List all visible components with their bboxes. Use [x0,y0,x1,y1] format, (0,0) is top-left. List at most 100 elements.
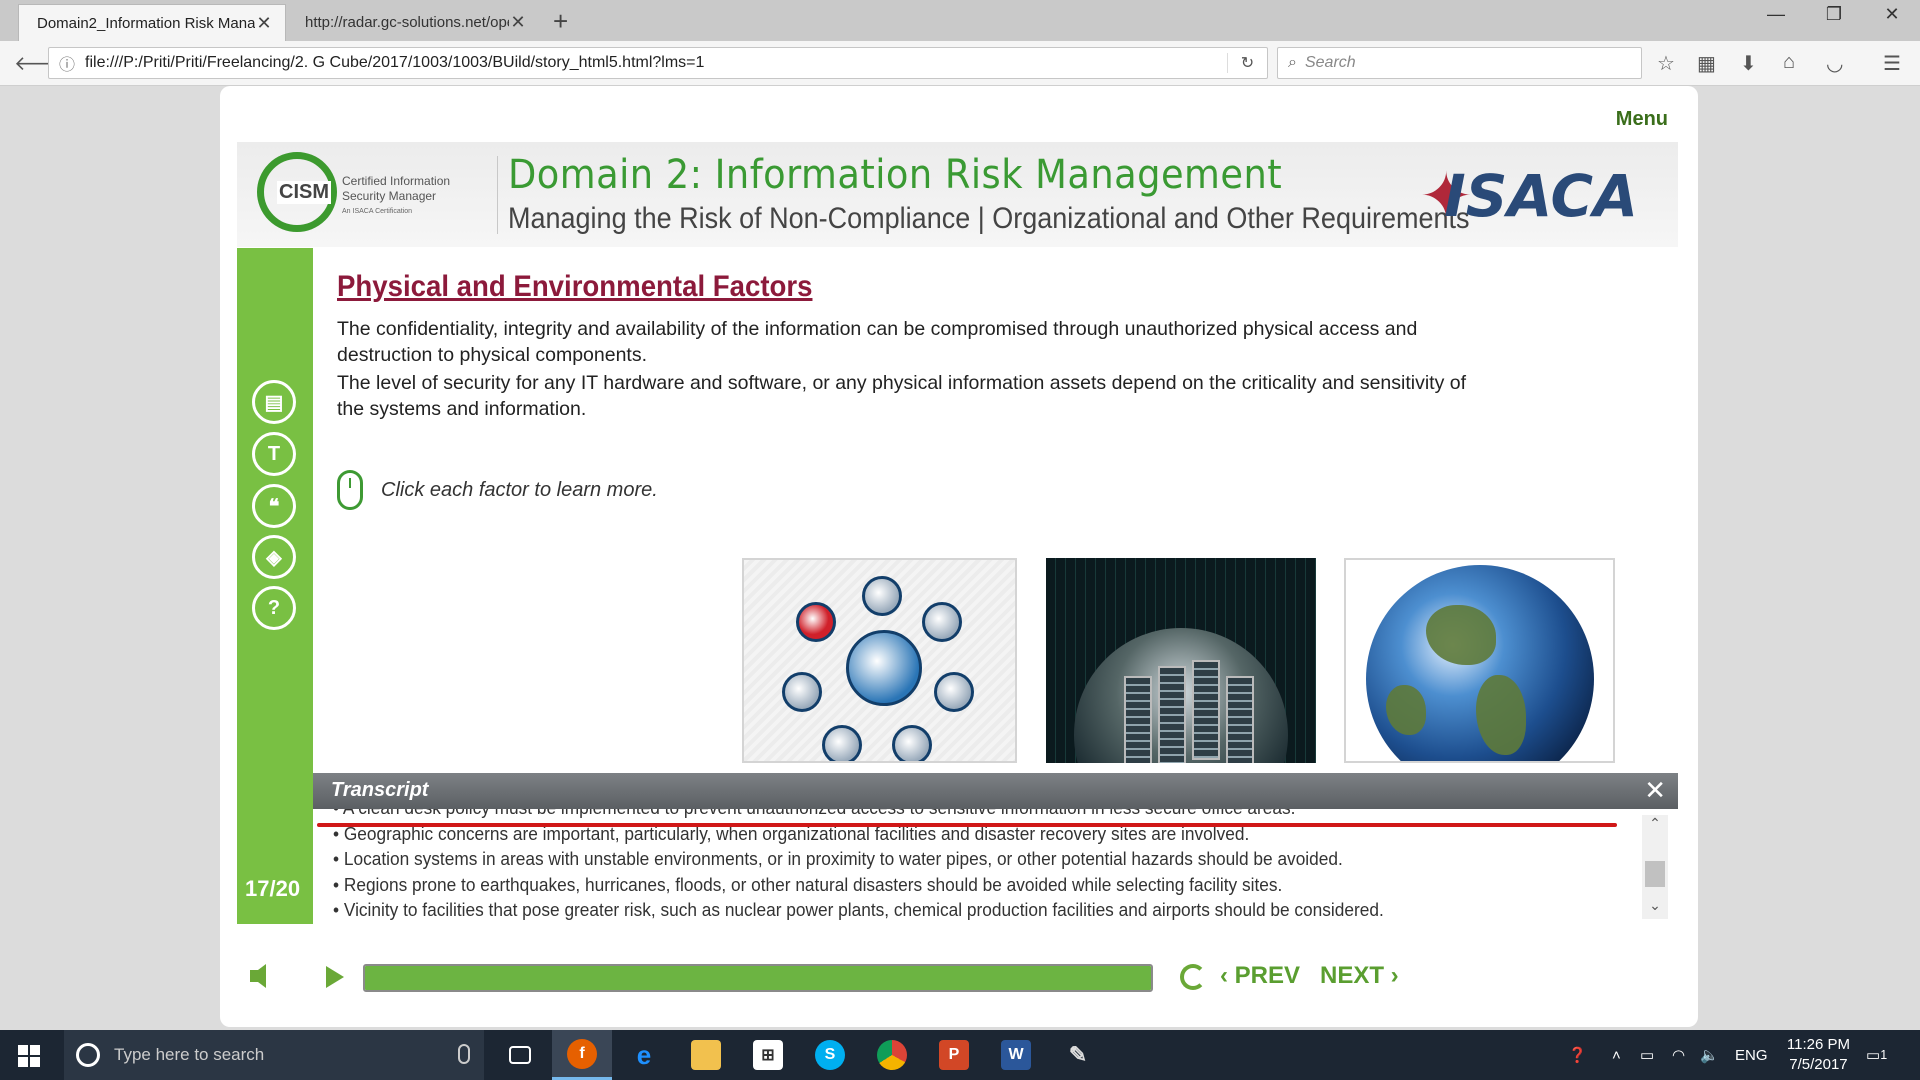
slide-content: Physical and Environmental Factors The c… [313,248,1678,763]
wifi-icon[interactable]: ◠ [1672,1030,1685,1080]
help-tray-icon[interactable]: ❓ [1568,1030,1587,1080]
hint-text: Click each factor to learn more. [381,478,658,501]
clock-time: 11:26 PM [1786,1036,1850,1053]
transcript-line: • Vicinity to facilities that pose great… [333,900,1384,920]
search-icon: ⌕ [1288,54,1297,71]
replay-icon[interactable] [1180,964,1206,990]
firefox-icon[interactable]: f [552,1030,612,1080]
server-rack [1192,660,1220,760]
microphone-icon[interactable] [458,1044,470,1064]
prev-button[interactable]: ‹ PREV [1220,962,1300,990]
door-sensor-icon [922,602,962,642]
edge-icon[interactable]: e [614,1030,674,1080]
server-rack [1226,676,1254,763]
alarm-icon [796,602,836,642]
next-label: NEXT [1320,962,1385,989]
reload-icon[interactable]: ↻ [1227,53,1267,73]
address-bar[interactable]: ⓘ file:///P:/Priti/Priti/Freelancing/2. … [48,47,1268,79]
tab-title: http://radar.gc-solutions.net/ope [305,14,509,31]
transcript-line: • A clean desk policy must be implemente… [333,809,1591,822]
transcript-header: Transcript ✕ [313,773,1678,809]
word-icon[interactable]: W [986,1030,1046,1080]
restore-button[interactable]: ❐ [1806,4,1862,25]
system-clock[interactable]: 11:26 PM 7/5/2017 [1787,1035,1850,1075]
quote-icon[interactable]: ❝ [252,484,296,528]
next-button[interactable]: NEXT › [1320,962,1399,990]
close-transcript-icon[interactable]: ✕ [1644,775,1666,806]
play-icon[interactable] [326,966,344,988]
volume-tray-icon[interactable]: 🔈 [1700,1030,1719,1080]
player-controls: ‹ PREV NEXT › [220,946,1698,1006]
paint-icon[interactable]: ✎ [1048,1030,1108,1080]
alarm-system-icon [934,672,974,712]
reading-list-icon[interactable]: ▦ [1697,51,1716,76]
instruction-hint: Click each factor to learn more. [337,470,658,510]
chevron-left-icon: ‹ [1220,962,1235,989]
smoke-detector-icon [862,576,902,616]
action-center-icon[interactable]: ▭ 1 [1866,1030,1887,1080]
glossary-icon[interactable]: T [252,432,296,476]
battery-icon[interactable]: ▭ [1640,1030,1654,1080]
factor-card-hardware[interactable] [1046,558,1316,763]
hamburger-menu-icon[interactable]: ☰ [1883,51,1901,76]
tab-domain2[interactable]: Domain2_Information Risk Mana ✕ [18,4,286,41]
windows-start-icon[interactable] [18,1045,40,1067]
tab-radar[interactable]: http://radar.gc-solutions.net/ope ✕ [287,4,539,41]
close-tab-icon[interactable]: ✕ [509,12,527,33]
task-view-icon[interactable] [490,1030,550,1080]
intro-paragraph-2: The level of security for any IT hardwar… [337,372,1467,420]
slide-counter: 17/20 [245,876,301,901]
window-sensor-icon [892,725,932,761]
transcript-scrollbar[interactable]: ⌃ ⌄ [1642,815,1668,919]
domain-title: Domain 2: Information Risk Management [508,152,1283,198]
seek-bar-fill [365,966,1151,990]
file-explorer-icon[interactable] [676,1030,736,1080]
globe-image [1366,565,1594,761]
bookmark-star-icon[interactable]: ☆ [1657,51,1675,76]
taskbar-search-box[interactable]: Type here to search [64,1030,484,1080]
close-tab-icon[interactable]: ✕ [255,13,273,34]
home-icon[interactable]: ⌂ [1783,51,1795,74]
clock-date: 7/5/2017 [1789,1056,1848,1073]
domain-subtitle: Managing the Risk of Non-Compliance | Or… [508,202,1470,235]
minimize-button[interactable]: — [1748,4,1804,25]
transcript-panel: Transcript ✕ • A clean desk policy must … [313,773,1678,923]
close-window-button[interactable]: ✕ [1864,4,1920,25]
course-banner: CISM Certified Information Security Mana… [237,142,1678,247]
help-icon[interactable]: ? [252,586,296,630]
search-placeholder: Search [1304,54,1356,71]
browser-nav-bar: 🡐 ⓘ file:///P:/Priti/Priti/Freelancing/2… [0,41,1920,86]
factor-card-security-systems[interactable] [742,558,1017,763]
store-icon[interactable]: ⊞ [738,1030,798,1080]
scroll-thumb[interactable] [1645,861,1665,887]
server-rack [1158,666,1186,763]
volume-icon[interactable] [250,964,266,988]
powerpoint-icon[interactable]: P [924,1030,984,1080]
language-indicator[interactable]: ENG [1735,1030,1768,1080]
tray-expand-icon[interactable]: ˄ [1612,1030,1621,1080]
skype-icon[interactable]: S [800,1030,860,1080]
info-icon[interactable]: ⓘ [59,51,75,75]
scroll-down-icon[interactable]: ⌄ [1642,897,1668,919]
scroll-up-icon[interactable]: ⌃ [1642,815,1668,837]
download-icon[interactable]: ⬇ [1740,51,1757,76]
new-tab-button[interactable]: + [553,6,568,37]
layers-icon[interactable]: ◈ [252,535,296,579]
pocket-icon[interactable]: ◡ [1826,51,1843,76]
seek-bar[interactable] [363,964,1153,992]
url-text: file:///P:/Priti/Priti/Freelancing/2. G … [85,54,705,71]
server-rack [1124,676,1152,763]
menu-button[interactable]: Menu [1616,108,1668,131]
prev-label: PREV [1234,962,1301,989]
course-sidebar: ▤ T ❝ ◈ ? 17/20 [237,248,313,924]
transcript-line: • Regions prone to earthquakes, hurrican… [333,874,1283,895]
banner-divider [497,156,498,234]
windows-taskbar: Type here to search f e ⊞ S P W ✎ ❓ ˄ ▭ … [0,1030,1920,1080]
resources-icon[interactable]: ▤ [252,380,296,424]
chevron-right-icon: › [1384,962,1399,989]
cism-tagline: Certified Information Security Manager A… [342,174,451,215]
taskbar-search-placeholder: Type here to search [114,1045,265,1064]
browser-search-box[interactable]: ⌕ Search [1277,47,1642,79]
factor-card-geography[interactable] [1344,558,1615,763]
chrome-icon[interactable] [862,1030,922,1080]
